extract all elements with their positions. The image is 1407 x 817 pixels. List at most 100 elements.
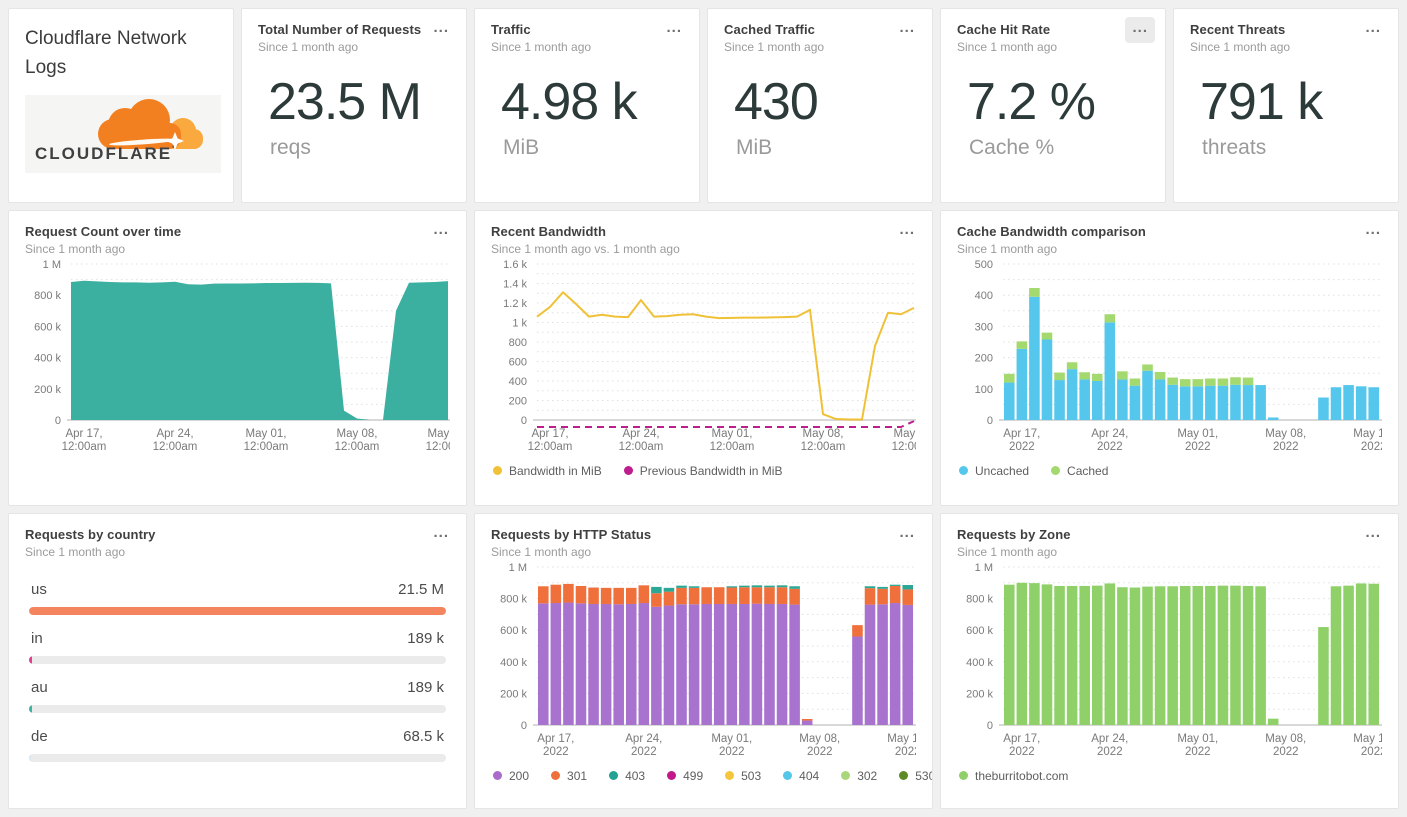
panel-cache-bandwidth: Cache Bandwidth comparison Since 1 month…: [940, 210, 1399, 506]
country-bar-fill: [29, 754, 31, 762]
panel-subtitle: Since 1 month ago: [957, 40, 1058, 54]
http-status-chart[interactable]: 0 200 k 400 k 600 k 800 k 1 M Apr 17, 2022 Apr 2…: [491, 559, 928, 761]
svg-text:1 M: 1 M: [509, 562, 527, 574]
svg-text:200: 200: [509, 396, 527, 408]
panel-subtitle: Since 1 month ago: [25, 242, 126, 256]
stat-unit: threats: [1202, 136, 1267, 159]
country-bar-track: [29, 754, 446, 762]
country-label: de: [31, 728, 48, 745]
panel-title: Total Number of Requests: [258, 22, 422, 37]
svg-text:400 k: 400 k: [966, 657, 993, 669]
panel-menu-button[interactable]: ...: [426, 17, 456, 43]
legend-item-301[interactable]: 301: [551, 769, 587, 783]
stat-unit: MiB: [503, 136, 540, 159]
panel-menu-button[interactable]: ...: [1358, 522, 1388, 548]
legend-item-200[interactable]: 200: [493, 769, 529, 783]
country-bar-fill: [29, 656, 33, 664]
stat-unit: MiB: [736, 136, 773, 159]
country-label: au: [31, 679, 48, 696]
panel-title: Recent Bandwidth: [491, 224, 606, 239]
svg-text:1 k: 1 k: [512, 318, 527, 330]
panel-subtitle: Since 1 month ago vs. 1 month ago: [491, 242, 680, 256]
legend-item-cached[interactable]: Cached: [1051, 464, 1108, 478]
svg-text:1.2 k: 1.2 k: [503, 298, 527, 310]
panel-menu-button[interactable]: ...: [1125, 17, 1155, 43]
svg-text:May 15,2022: May 15,2022: [887, 733, 916, 758]
svg-text:1.6 k: 1.6 k: [503, 259, 527, 271]
legend-dot-icon: [959, 466, 968, 475]
country-row-de: de 68.5 k: [29, 728, 446, 762]
legend-item-404[interactable]: 404: [783, 769, 819, 783]
dashboard-grid: Cloudflare Network Logs CLOUDFLARE' Tota…: [0, 0, 1407, 817]
legend-item-302[interactable]: 302: [841, 769, 877, 783]
bandwidth-chart[interactable]: 0 200 400 600 800 1 k 1.2 k 1.4 k 1.6 k Apr 17, 12…: [491, 256, 932, 456]
legend-dot-icon: [493, 466, 502, 475]
cloudflare-wordmark: CLOUDFLARE': [35, 143, 177, 163]
stat-card-total-requests: Total Number of Requests Since 1 month a…: [241, 8, 467, 203]
stat-card-recent-threats: Recent Threats Since 1 month ago ... 791…: [1173, 8, 1399, 203]
panel-menu-button[interactable]: ...: [1358, 219, 1388, 245]
svg-text:Apr 24,2022: Apr 24, 2022: [1091, 428, 1128, 453]
svg-text:0: 0: [521, 415, 527, 427]
legend-item-499[interactable]: 499: [667, 769, 703, 783]
panel-request-count: Request Count over time Since 1 month ag…: [8, 210, 467, 506]
svg-text:400: 400: [509, 376, 527, 388]
svg-text:May 08,2022: May 08, 2022: [1265, 428, 1306, 453]
legend-item-uncached[interactable]: Uncached: [959, 464, 1029, 478]
svg-text:May 15,2022: May 15,2022: [1353, 428, 1382, 453]
panel-subtitle: Since 1 month ago: [957, 242, 1058, 256]
legend-item-403[interactable]: 403: [609, 769, 645, 783]
panel-title: Requests by HTTP Status: [491, 527, 652, 542]
svg-text:May 01,12:00am: May 01, 12:00am: [710, 428, 755, 453]
request-count-chart[interactable]: 0 200 k 400 k 600 k 800 k 1 M Apr 17, 12:00am Ap…: [25, 256, 466, 456]
legend-item-previous-bandwidth-in-mib[interactable]: Previous Bandwidth in MiB: [623, 464, 782, 478]
panel-title: Requests by country: [25, 527, 156, 542]
panel-title: Request Count over time: [25, 224, 182, 239]
svg-text:May 01,2022: May 01, 2022: [1177, 428, 1218, 453]
legend-item-530[interactable]: 530: [899, 769, 932, 783]
dashboard-title-card: Cloudflare Network Logs CLOUDFLARE': [8, 8, 234, 203]
legend-dot-icon: [609, 771, 619, 780]
country-row-au: au 189 k: [29, 679, 446, 713]
stat-card-cached-traffic: Cached Traffic Since 1 month ago ... 430…: [707, 8, 933, 203]
svg-text:Apr 24,12:00am: Apr 24, 12:00am: [619, 428, 664, 453]
panel-menu-button[interactable]: ...: [1358, 17, 1388, 43]
svg-text:600: 600: [509, 357, 527, 369]
svg-text:May 01,12:00am: May 01, 12:00am: [244, 428, 289, 453]
panel-title: Cached Traffic: [724, 22, 815, 37]
country-label: in: [31, 630, 43, 647]
country-gauge-list: us 21.5 M in 189 k au 189 k de 68.5 k: [25, 559, 450, 762]
svg-text:400: 400: [975, 290, 993, 302]
cache-bandwidth-legend: Uncached Cached: [957, 456, 1382, 478]
panel-menu-button[interactable]: ...: [892, 522, 922, 548]
cache-bandwidth-chart[interactable]: 0 100 200 300 400 500 Apr 17, 2022 Apr 24, 2022 Ma…: [957, 256, 1395, 456]
svg-text:600 k: 600 k: [966, 625, 993, 637]
svg-text:300: 300: [975, 321, 993, 333]
panel-requests-by-http-status: Requests by HTTP Status Since 1 month ag…: [474, 513, 933, 809]
dashboard-title: Cloudflare Network Logs: [25, 28, 187, 79]
stat-card-traffic: Traffic Since 1 month ago ... 4.98 k MiB: [474, 8, 700, 203]
legend-item-bandwidth-in-mib[interactable]: Bandwidth in MiB: [493, 464, 602, 478]
legend-dot-icon: [551, 771, 561, 780]
country-value: 189 k: [407, 679, 444, 696]
svg-text:Apr 17,2022: Apr 17, 2022: [1003, 428, 1040, 453]
zone-chart[interactable]: 0 200 k 400 k 600 k 800 k 1 M Apr 17, 2022 Apr 2…: [957, 559, 1394, 761]
stat-value: 4.98 k: [501, 73, 638, 131]
legend-dot-icon: [783, 771, 793, 780]
panel-menu-button[interactable]: ...: [892, 219, 922, 245]
panel-menu-button[interactable]: ...: [426, 219, 456, 245]
svg-text:1 M: 1 M: [975, 562, 993, 574]
panel-subtitle: Since 1 month ago: [491, 545, 592, 559]
stat-card-cache-hit-rate: Cache Hit Rate Since 1 month ago ... 7.2…: [940, 8, 1166, 203]
panel-menu-button[interactable]: ...: [426, 522, 456, 548]
panel-menu-button[interactable]: ...: [892, 17, 922, 43]
panel-menu-button[interactable]: ...: [659, 17, 689, 43]
svg-text:800 k: 800 k: [34, 290, 61, 302]
svg-text:1 M: 1 M: [43, 259, 61, 271]
svg-text:May 15,12:00am: May 15,12:00am: [892, 428, 916, 453]
svg-text:0: 0: [521, 720, 527, 732]
legend-item-theburritobot.com[interactable]: theburritobot.com: [959, 769, 1068, 783]
legend-item-503[interactable]: 503: [725, 769, 761, 783]
svg-text:200: 200: [975, 353, 993, 365]
svg-text:600 k: 600 k: [500, 625, 527, 637]
